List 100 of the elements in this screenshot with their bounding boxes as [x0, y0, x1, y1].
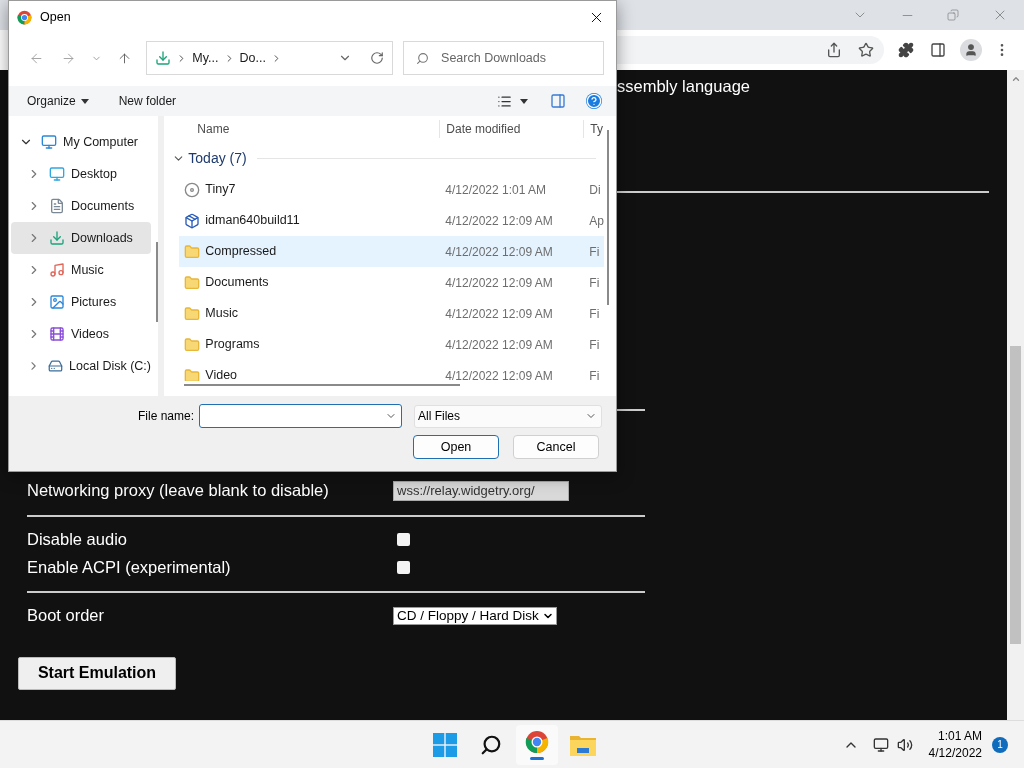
cancel-button[interactable]: Cancel: [513, 435, 599, 459]
tree-item[interactable]: Desktop: [11, 158, 151, 190]
file-date: 4/12/2022 12:09 AM: [445, 274, 554, 292]
music-icon: [49, 262, 65, 278]
desktop-icon: [49, 166, 65, 182]
tree-item[interactable]: Documents: [11, 190, 151, 222]
bookmark-star-icon[interactable]: [858, 42, 874, 58]
search-field[interactable]: Search Downloads: [403, 41, 604, 75]
chrome-icon: [17, 9, 32, 25]
group-label: Today (7): [188, 148, 247, 168]
breadcrumb-item[interactable]: Do...: [239, 48, 266, 68]
disc-file-icon: [184, 181, 201, 198]
tree-item[interactable]: Downloads: [11, 222, 151, 254]
tree-label: Downloads: [71, 229, 133, 247]
tree-item[interactable]: Local Disk (C:): [11, 350, 151, 382]
chrome-taskbar-button[interactable]: [516, 725, 558, 765]
tree-item[interactable]: Videos: [11, 318, 151, 350]
document-icon: [49, 198, 65, 214]
help-icon: [586, 93, 602, 109]
file-name: Tiny7: [205, 181, 237, 199]
drive-icon: [48, 358, 64, 374]
dialog-title: Open: [40, 8, 71, 26]
share-icon[interactable]: [826, 42, 842, 58]
caret-icon: [520, 98, 528, 104]
start-emulation-button[interactable]: Start Emulation: [18, 656, 176, 690]
extensions-icon[interactable]: [898, 42, 914, 58]
tree-label: Documents: [71, 197, 135, 215]
folder-icon: [570, 734, 596, 756]
file-date: 4/12/2022 12:09 AM: [445, 305, 554, 323]
tree-item[interactable]: Pictures: [11, 286, 151, 318]
preview-pane-button[interactable]: [550, 93, 566, 109]
group-header[interactable]: Today (7): [164, 142, 616, 174]
forward-arrow-icon: [61, 50, 77, 66]
file-date: 4/12/2022 12:09 AM: [445, 367, 554, 381]
new-folder-button[interactable]: New folder: [118, 92, 177, 110]
address-bar[interactable]: My... Do...: [146, 41, 394, 75]
volume-icon[interactable]: [896, 736, 913, 753]
column-header[interactable]: Date modified: [439, 120, 584, 138]
file-date: 4/12/2022 1:01 AM: [445, 181, 548, 199]
person-icon: [964, 43, 978, 57]
download-icon: [155, 50, 172, 66]
folder-icon: [184, 336, 201, 353]
help-button[interactable]: [586, 93, 602, 109]
search-icon: [416, 51, 430, 65]
file-row[interactable]: Programs 4/12/2022 12:09 AM Fi: [179, 329, 604, 360]
file-name: Compressed: [205, 243, 278, 261]
folder-icon: [184, 274, 201, 291]
file-type-dropdown[interactable]: All Files: [414, 404, 603, 428]
file-row[interactable]: Documents 4/12/2022 12:09 AM Fi: [179, 267, 604, 298]
scrollbar-thumb[interactable]: [1010, 346, 1021, 644]
refresh-icon[interactable]: [370, 51, 385, 65]
notification-badge[interactable]: 1: [992, 736, 1008, 753]
file-row[interactable]: idman640build11 4/12/2022 12:09 AM Ap: [179, 205, 604, 236]
column-header[interactable]: Ty: [583, 120, 603, 138]
clock-time[interactable]: 1:01 AM: [937, 727, 982, 745]
breadcrumb-item[interactable]: My...: [192, 48, 219, 68]
search-icon: [480, 734, 502, 756]
file-type: Di: [589, 181, 601, 199]
file-date: 4/12/2022 12:09 AM: [445, 243, 554, 261]
page-scrollbar[interactable]: [1007, 70, 1024, 720]
download-icon: [49, 230, 65, 246]
file-name-label: File name:: [138, 408, 195, 425]
column-header[interactable]: Name: [197, 120, 440, 138]
horizontal-scrollbar[interactable]: [184, 384, 461, 386]
list-view-icon: [497, 93, 512, 109]
organize-button[interactable]: Organize: [27, 92, 89, 110]
chrome-icon: [525, 730, 549, 754]
checkbox[interactable]: [397, 561, 410, 575]
open-button[interactable]: Open: [413, 435, 499, 459]
preview-pane-icon: [550, 93, 566, 109]
installer-icon: [184, 212, 201, 229]
proxy-field[interactable]: wss://relay.widgetry.org/: [393, 480, 569, 501]
side-panel-icon[interactable]: [930, 42, 946, 58]
checkbox[interactable]: [397, 533, 410, 547]
caret-icon: [80, 98, 89, 104]
file-type: Fi: [589, 367, 600, 381]
file-type: Fi: [589, 336, 600, 354]
file-name: idman640build11: [205, 212, 301, 230]
page-heading: ssembly language: [617, 76, 751, 97]
picture-icon: [49, 294, 65, 310]
file-name-field[interactable]: [199, 404, 403, 428]
file-row[interactable]: Compressed 4/12/2022 12:09 AM Fi: [179, 236, 604, 267]
clock-date[interactable]: 4/12/2022: [928, 744, 982, 762]
network-icon[interactable]: [872, 736, 889, 753]
vertical-scrollbar[interactable]: [607, 130, 609, 305]
tree-item[interactable]: Music: [11, 254, 151, 286]
tree-label: Local Disk (C:): [69, 357, 151, 375]
tree-label: Desktop: [71, 165, 117, 183]
setting-label: Enable ACPI (experimental): [27, 557, 232, 579]
tree-label: Videos: [71, 325, 109, 343]
file-row[interactable]: Tiny7 4/12/2022 1:01 AM Di: [179, 174, 604, 205]
file-row[interactable]: Video 4/12/2022 12:09 AM Fi: [179, 360, 604, 381]
file-row[interactable]: Music 4/12/2022 12:09 AM Fi: [179, 298, 604, 329]
tree-item[interactable]: My Computer: [11, 126, 151, 158]
scroll-up-icon[interactable]: [1010, 74, 1021, 84]
tree-label: My Computer: [63, 133, 139, 151]
view-options-button[interactable]: [497, 93, 528, 109]
profile-avatar[interactable]: [960, 39, 982, 61]
setting-label: Disable audio: [27, 529, 128, 551]
file-name: Music: [205, 305, 239, 323]
